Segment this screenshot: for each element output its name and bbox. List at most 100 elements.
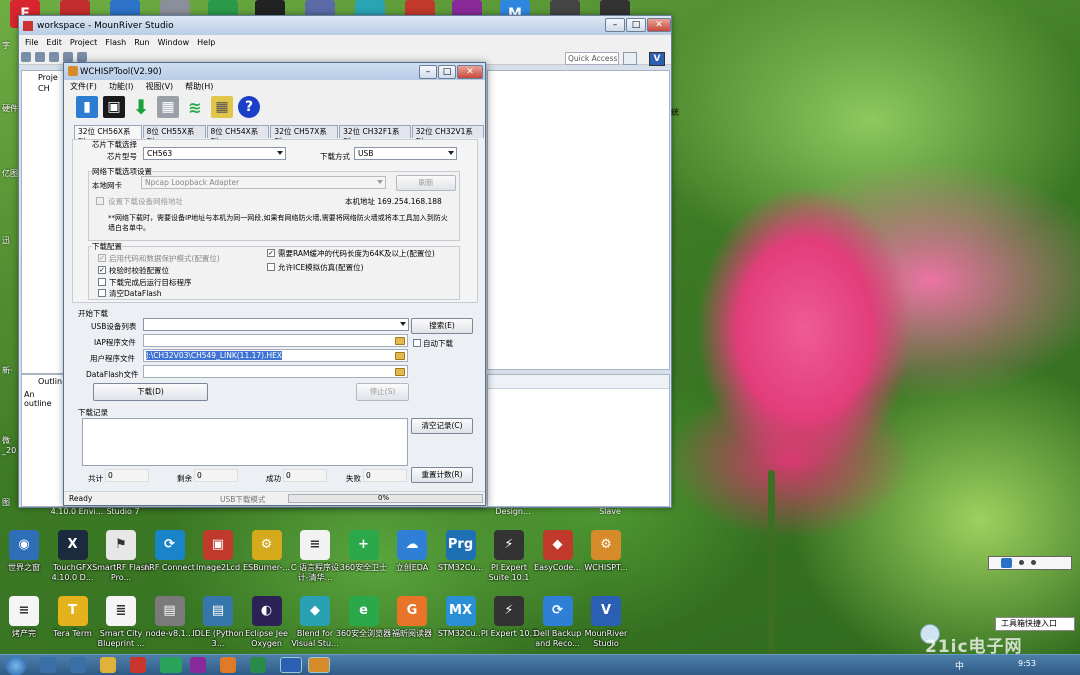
touchgfx-icon: X (57, 530, 88, 560)
console-panel (487, 374, 670, 507)
verify-config-label: 校验时校验配置位 (109, 266, 169, 275)
menu-view[interactable]: 视图(V) (145, 81, 173, 92)
chip-model-select[interactable]: CH563 (143, 147, 286, 160)
folder-icon[interactable] (395, 368, 405, 376)
auto-download-checkbox[interactable] (413, 339, 421, 347)
minimize-button[interactable]: – (419, 65, 437, 79)
media-icon[interactable] (130, 657, 146, 673)
input-method-bar[interactable] (988, 556, 1072, 570)
start-section-label: 开始下载 (78, 309, 108, 318)
perspective-icon[interactable] (623, 52, 637, 65)
menu-file[interactable]: File (25, 38, 38, 47)
verify-config-checkbox[interactable]: ✓ (98, 266, 106, 274)
menu-help[interactable]: Help (197, 38, 215, 47)
menu-project[interactable]: Project (70, 38, 97, 47)
ime-indicator[interactable]: 中 (955, 659, 964, 672)
run-icon[interactable] (77, 52, 87, 62)
ide-titlebar[interactable]: workspace - MounRiver Studio (19, 16, 671, 35)
tab-ch32f1[interactable]: 32位 CH32F1系列 (339, 125, 411, 146)
list-check-icon[interactable]: ≋ (184, 96, 206, 118)
stop-button[interactable]: 停止(S) (356, 383, 409, 401)
close-button[interactable]: ✕ (457, 65, 483, 79)
chip-icon[interactable]: ▦ (157, 96, 179, 118)
run-after-label: 下载完成后运行目标程序 (109, 278, 192, 287)
search-icon[interactable] (70, 657, 86, 673)
mounriver-perspective-icon[interactable]: V (649, 52, 665, 66)
chat-icon[interactable] (160, 657, 182, 673)
tab-ch55x[interactable]: 8位 CH55X系列 (142, 125, 206, 146)
set-ip-checkbox[interactable] (96, 197, 104, 205)
download-mode-select[interactable]: USB (354, 147, 457, 160)
ice-checkbox[interactable] (267, 263, 275, 271)
mounriver-task-icon[interactable] (280, 657, 302, 673)
menu-help[interactable]: 帮助(H) (185, 81, 213, 92)
start-button[interactable] (6, 656, 26, 675)
tab-ch54x[interactable]: 8位 CH54X系列 (206, 125, 270, 146)
desktop-shortcut[interactable]: ⚙ WCHISPT... (577, 530, 635, 592)
outline-title[interactable]: Outlin (22, 375, 64, 386)
wchisp-task-icon[interactable] (308, 657, 330, 673)
tab-ch57x[interactable]: 32位 CH57X系列 (270, 125, 339, 146)
explorer-icon[interactable] (100, 657, 116, 673)
quick-access-input[interactable]: Quick Access (565, 52, 619, 65)
download-log[interactable] (82, 418, 408, 466)
search-icon[interactable] (1001, 558, 1012, 568)
auto-download-label: 自动下载 (423, 339, 453, 348)
nrf-icon: ⟳ (154, 530, 185, 560)
desktop-shortcut[interactable]: V MounRiver Studio (577, 596, 635, 658)
remain-label: 剩余 (177, 474, 192, 483)
iap-file-input[interactable] (143, 334, 408, 347)
chip-model-value: CH563 (147, 149, 173, 158)
menu-flash[interactable]: Flash (105, 38, 126, 47)
outline-message: An outline (24, 390, 52, 408)
menu-function[interactable]: 功能(I) (109, 81, 134, 92)
globe-icon: ◉ (9, 530, 39, 560)
close-button[interactable]: ✕ (647, 18, 671, 32)
nic-select[interactable]: Npcap Loopback Adapter (141, 176, 386, 189)
ram-buffer-checkbox[interactable]: ✓ (267, 249, 275, 257)
maximize-button[interactable]: □ (438, 65, 456, 79)
firefox-icon[interactable] (220, 657, 236, 673)
wchisptool-window[interactable]: WCHISPTool(V2.90) – □ ✕ 文件(F) 功能(I) 视图(V… (63, 62, 486, 506)
new-icon[interactable] (21, 52, 31, 62)
project-item[interactable]: CH (22, 82, 64, 93)
run-after-checkbox[interactable] (98, 278, 106, 286)
protect-checkbox[interactable]: ✓ (98, 254, 106, 262)
dataflash-file-input[interactable] (143, 365, 408, 378)
open-icon[interactable]: ▮ (76, 96, 98, 118)
menu-file[interactable]: 文件(F) (70, 81, 97, 92)
chevron-down-icon (400, 322, 406, 326)
stm32-icon: Prg (445, 530, 476, 560)
app-icon[interactable] (250, 657, 266, 673)
folder-icon[interactable] (395, 352, 405, 360)
user-file-input[interactable]: J:\CH32V03\CH549_LINK(11.17).HEX (143, 349, 408, 362)
usb-device-select[interactable] (143, 318, 409, 331)
calculator-icon[interactable]: ▦ (211, 96, 233, 118)
task-view-icon[interactable] (40, 657, 56, 673)
menu-window[interactable]: Window (158, 38, 190, 47)
debug-icon[interactable] (63, 52, 73, 62)
minimize-button[interactable]: – (605, 18, 625, 32)
visual-studio-icon[interactable] (190, 657, 206, 673)
save-icon[interactable] (35, 52, 45, 62)
search-button[interactable]: 搜索(E) (411, 318, 473, 334)
menu-edit[interactable]: Edit (46, 38, 62, 47)
clock[interactable]: 9:53 (1018, 659, 1036, 668)
menu-run[interactable]: Run (134, 38, 149, 47)
maximize-button[interactable]: □ (626, 18, 646, 32)
reset-count-button[interactable]: 重置计数(R) (411, 467, 473, 483)
tab-ch32v1[interactable]: 32位 CH32V1系列 (411, 125, 484, 146)
download-button[interactable]: 下载(D) (93, 383, 208, 401)
download-mode-value: USB (358, 149, 374, 158)
clear-dataflash-checkbox[interactable] (98, 289, 106, 297)
refresh-button[interactable]: 刷新 (396, 175, 456, 191)
save-icon[interactable]: ▣ (103, 96, 125, 118)
clear-log-button[interactable]: 清空记录(C) (411, 418, 473, 434)
tab-ch56x[interactable]: 32位 CH56X系列 (74, 125, 142, 146)
download-arrow-icon[interactable]: ⬇ (130, 95, 152, 119)
download-mode-label: 下载方式 (320, 152, 350, 161)
help-icon[interactable]: ? (238, 96, 260, 118)
folder-icon[interactable] (395, 337, 405, 345)
project-explorer-title[interactable]: Proje (22, 71, 64, 82)
build-icon[interactable] (49, 52, 59, 62)
